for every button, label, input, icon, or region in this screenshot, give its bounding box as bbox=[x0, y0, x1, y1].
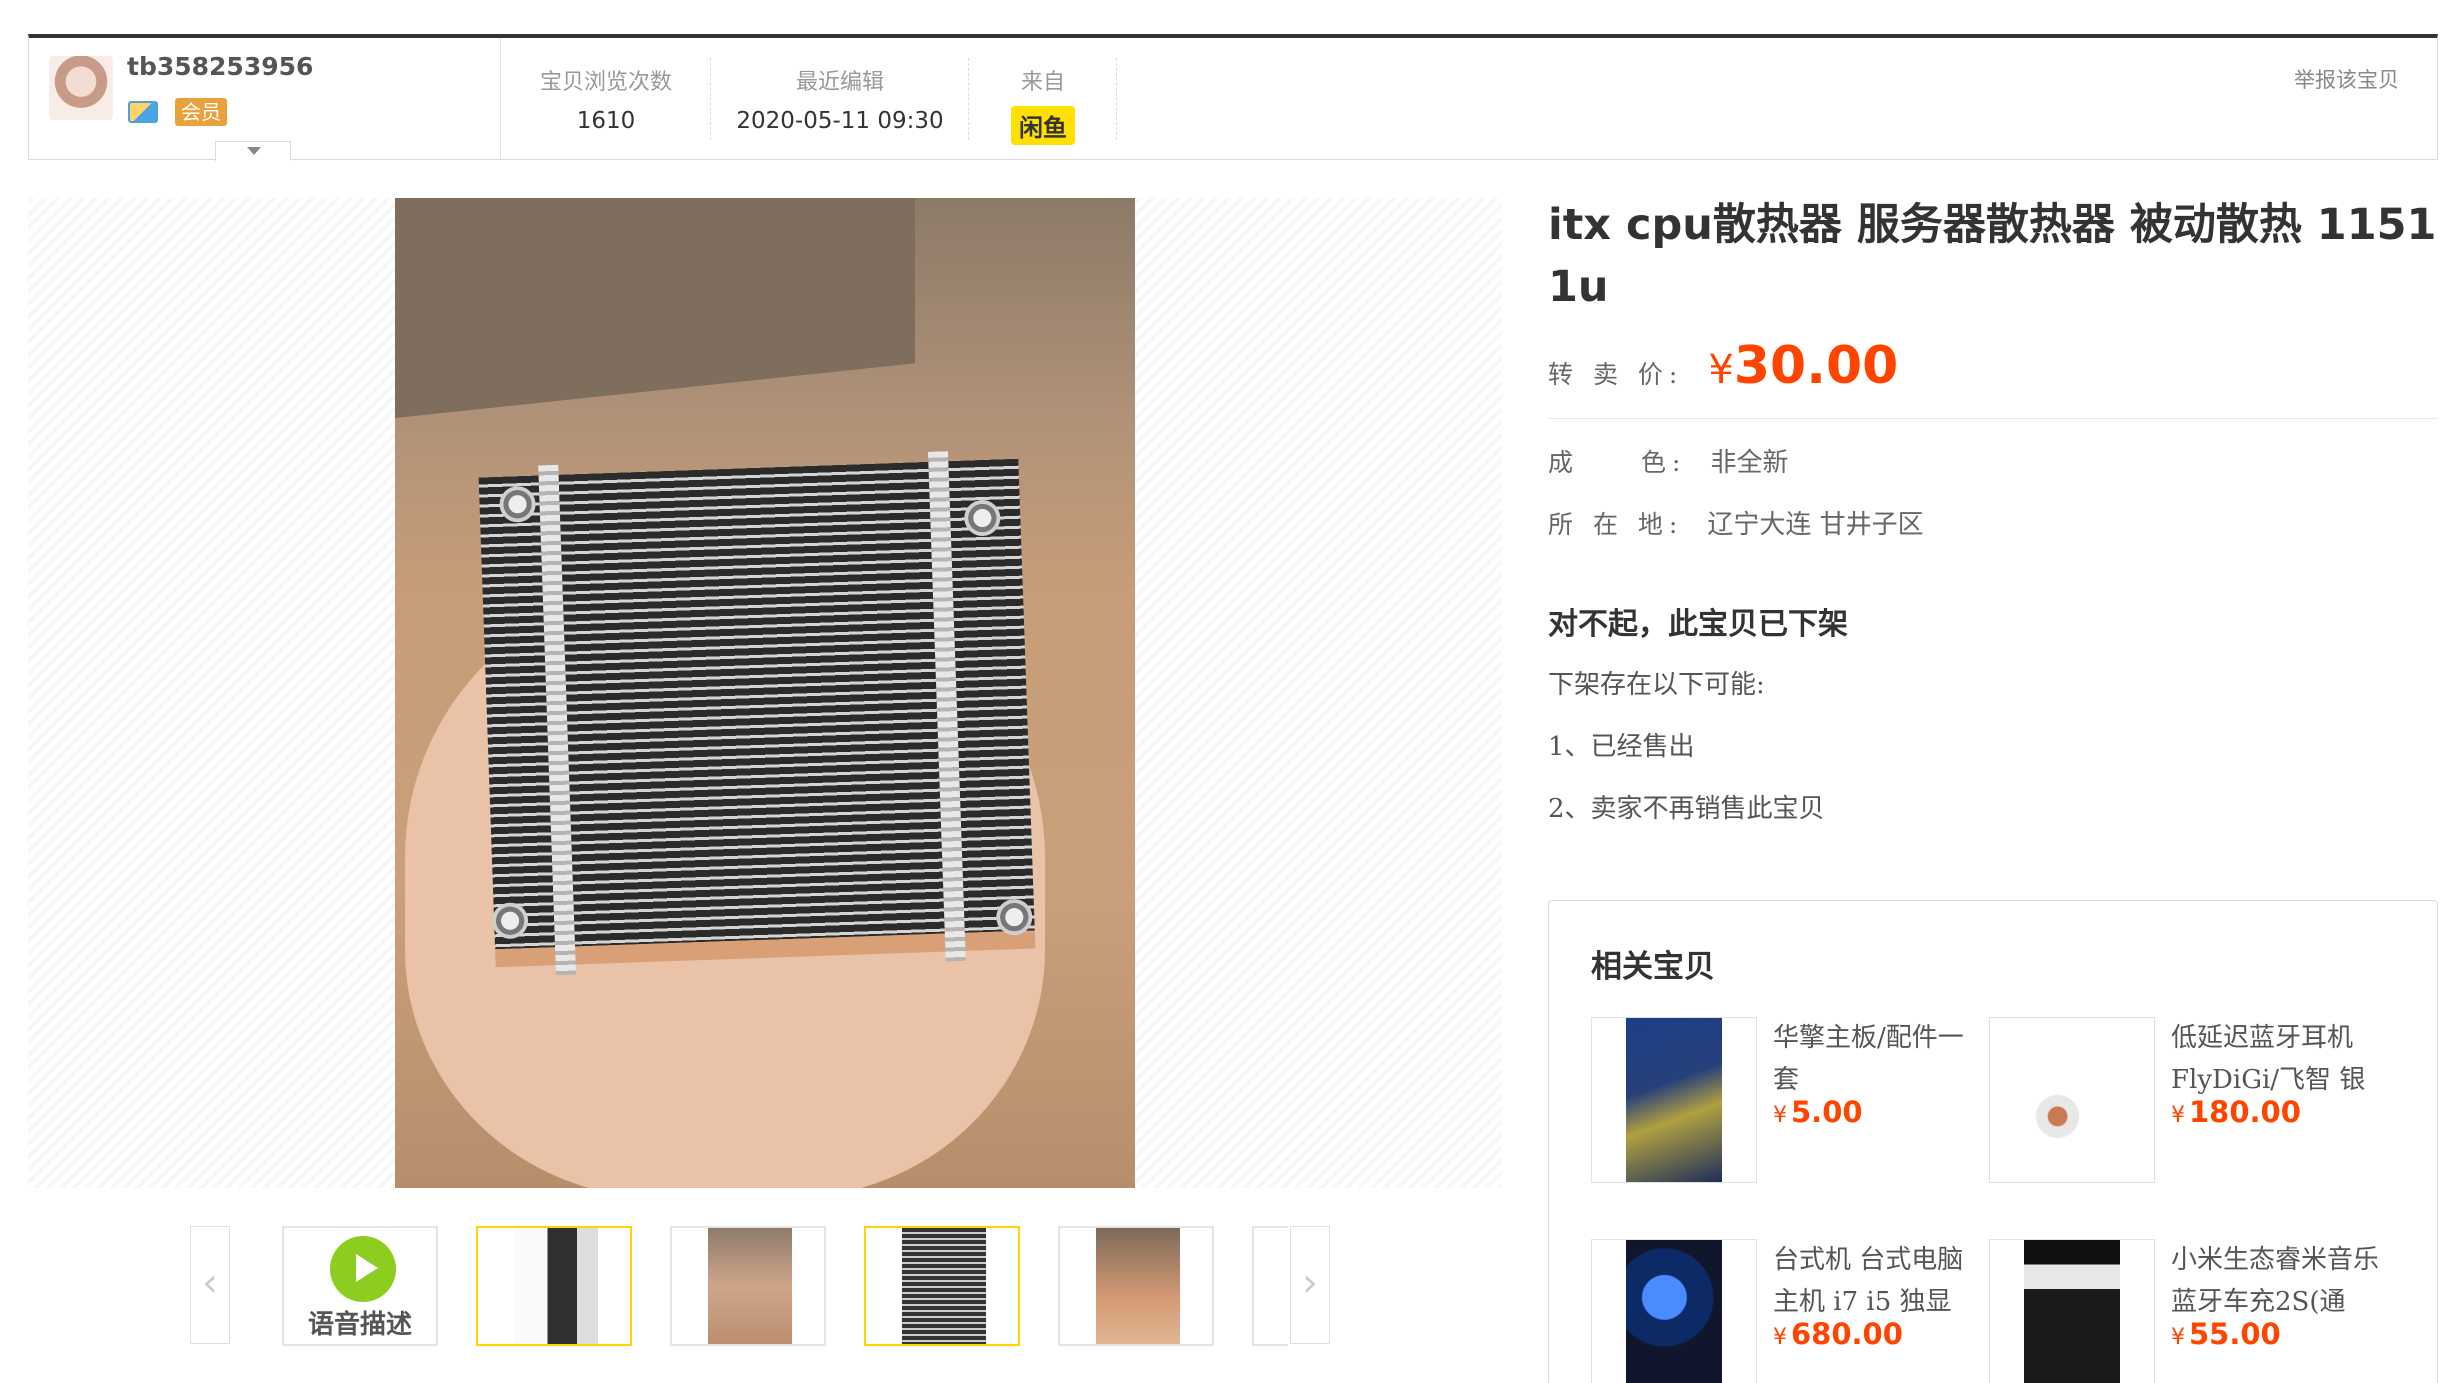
report-item-link[interactable]: 举报该宝贝 bbox=[2294, 64, 2399, 94]
thumbnail-strip: ‹ 语音描述 › bbox=[190, 1226, 1330, 1348]
related-item[interactable]: 低延迟蓝牙耳机 FlyDiGi/飞智 银 ¥180.00 bbox=[1989, 1017, 2389, 1187]
xianyu-logo: 闲鱼 bbox=[1011, 106, 1075, 145]
related-item-image[interactable] bbox=[1591, 1017, 1757, 1183]
related-item-price: ¥680.00 bbox=[1773, 1317, 1903, 1351]
related-items-panel: 相关宝贝 华擎主板/配件一套 ¥5.00 低延迟蓝牙耳机 FlyDiGi/飞智 … bbox=[1548, 900, 2438, 1383]
location-label: 所 在 地: bbox=[1548, 510, 1684, 539]
thumbnail[interactable] bbox=[670, 1226, 826, 1346]
related-item-title[interactable]: 华擎主板/配件一套 bbox=[1773, 1017, 1987, 1101]
thumb-next-button[interactable]: › bbox=[1290, 1226, 1330, 1344]
related-item-image[interactable] bbox=[1989, 1017, 2155, 1183]
price-label: 转 卖 价: bbox=[1548, 360, 1684, 389]
location-value: 辽宁大连 甘井子区 bbox=[1707, 510, 1924, 540]
price-row: 转 卖 价: ¥30.00 bbox=[1548, 336, 2438, 419]
thumb-prev-button[interactable]: ‹ bbox=[190, 1226, 230, 1344]
condition-row: 成 色: 非全新 bbox=[1548, 445, 2438, 481]
id-verified-icon bbox=[128, 101, 158, 123]
expand-seller-button[interactable] bbox=[215, 141, 291, 161]
currency-symbol: ¥ bbox=[1708, 347, 1734, 393]
source-label: 来自 bbox=[1020, 70, 1065, 95]
thumbnail[interactable] bbox=[476, 1226, 632, 1346]
related-items-heading: 相关宝贝 bbox=[1591, 949, 1715, 985]
item-title: itx cpu散热器 服务器散热器 被动散热 1151 1u bbox=[1548, 200, 2437, 312]
member-badge: 会员 bbox=[175, 98, 227, 126]
views-label: 宝贝浏览次数 bbox=[539, 70, 672, 95]
last-edited-stat: 最近编辑 2020-05-11 09:30 bbox=[711, 38, 969, 160]
related-item[interactable]: 台式机 台式电脑 主机 i7 i5 独显 ¥680.00 bbox=[1591, 1239, 1991, 1383]
related-item-price: ¥55.00 bbox=[2171, 1317, 2281, 1351]
thumbnail[interactable] bbox=[1058, 1226, 1214, 1346]
thumbnail[interactable] bbox=[864, 1226, 1020, 1346]
condition-label: 成 色: bbox=[1548, 448, 1687, 477]
location-row: 所 在 地: 辽宁大连 甘井子区 bbox=[1548, 507, 2438, 543]
offline-reason: 1、已经售出 bbox=[1548, 732, 1695, 762]
last-edited-label: 最近编辑 bbox=[795, 70, 884, 95]
condition-value: 非全新 bbox=[1710, 448, 1789, 478]
item-info: itx cpu散热器 服务器散热器 被动散热 1151 1u 转 卖 价: ¥3… bbox=[1548, 194, 2438, 829]
seller-info: tb358253956 会员 bbox=[29, 38, 501, 161]
seller-bar: tb358253956 会员 宝贝浏览次数 1610 最近编辑 2020-05-… bbox=[28, 34, 2438, 161]
related-item-image[interactable] bbox=[1591, 1239, 1757, 1383]
play-icon bbox=[330, 1236, 396, 1302]
thumbnail[interactable] bbox=[1252, 1226, 1288, 1346]
last-edited-time: 2020-05-11 09:30 bbox=[736, 108, 944, 134]
seller-avatar[interactable] bbox=[49, 56, 113, 120]
related-item[interactable]: 华擎主板/配件一套 ¥5.00 bbox=[1591, 1017, 1991, 1187]
related-item-title[interactable]: 台式机 台式电脑 主机 i7 i5 独显 bbox=[1773, 1239, 1987, 1323]
image-gallery bbox=[28, 198, 1502, 1188]
views-count: 1610 bbox=[576, 108, 636, 134]
offline-notice-title: 对不起，此宝贝已下架 bbox=[1548, 607, 1848, 642]
heatsink-photo bbox=[478, 451, 1036, 976]
related-item[interactable]: 小米生态睿米音乐蓝牙车充2S(通 ¥55.00 bbox=[1989, 1239, 2389, 1383]
photo-background-box bbox=[395, 198, 915, 418]
seller-name[interactable]: tb358253956 bbox=[127, 52, 313, 81]
related-item-price: ¥180.00 bbox=[2171, 1095, 2301, 1129]
offline-reason: 2、卖家不再销售此宝贝 bbox=[1548, 794, 1825, 824]
related-item-title[interactable]: 低延迟蓝牙耳机 FlyDiGi/飞智 银 bbox=[2171, 1017, 2385, 1101]
voice-description-label: 语音描述 bbox=[307, 1310, 412, 1340]
views-stat: 宝贝浏览次数 1610 bbox=[501, 38, 711, 160]
related-item-image[interactable] bbox=[1989, 1239, 2155, 1383]
related-item-price: ¥5.00 bbox=[1773, 1095, 1863, 1129]
chevron-down-icon bbox=[247, 147, 261, 155]
main-product-image[interactable] bbox=[395, 198, 1135, 1188]
source-stat: 来自 闲鱼 bbox=[969, 38, 1117, 160]
item-price: 30.00 bbox=[1733, 336, 1899, 396]
related-item-title[interactable]: 小米生态睿米音乐蓝牙车充2S(通 bbox=[2171, 1239, 2385, 1323]
voice-description-button[interactable]: 语音描述 bbox=[282, 1226, 438, 1346]
offline-reason-intro: 下架存在以下可能: bbox=[1548, 670, 1765, 700]
